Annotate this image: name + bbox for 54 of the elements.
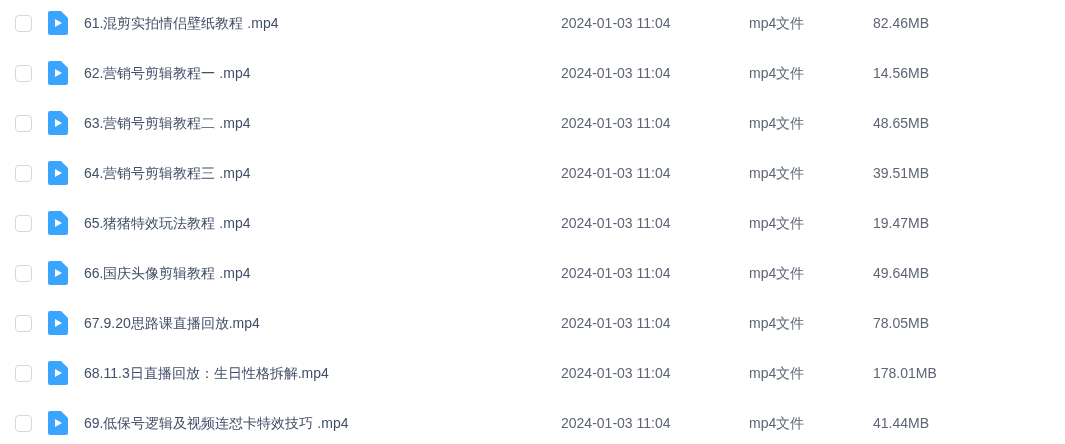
file-type: mp4文件 bbox=[749, 213, 806, 233]
modified-date: 2024-01-03 11:04 bbox=[561, 113, 672, 133]
video-file-icon bbox=[48, 61, 68, 85]
file-size: 19.47MB bbox=[873, 213, 930, 233]
modified-date: 2024-01-03 11:04 bbox=[561, 363, 672, 383]
file-type: mp4文件 bbox=[749, 363, 806, 383]
checkbox[interactable] bbox=[15, 214, 32, 232]
file-type: mp4文件 bbox=[749, 263, 806, 283]
checkbox[interactable] bbox=[15, 14, 32, 32]
checkbox[interactable] bbox=[15, 414, 32, 432]
file-size: 82.46MB bbox=[873, 13, 930, 33]
video-file-icon bbox=[48, 111, 68, 135]
video-file-icon bbox=[48, 311, 68, 335]
video-file-icon bbox=[48, 261, 68, 285]
checkbox[interactable] bbox=[15, 64, 32, 82]
modified-date: 2024-01-03 11:04 bbox=[561, 213, 672, 233]
file-name[interactable]: 69.低保号逻辑及视频连怼卡特效技巧 .mp4 bbox=[84, 412, 561, 434]
file-name[interactable]: 65.猪猪特效玩法教程 .mp4 bbox=[84, 212, 561, 234]
file-name[interactable]: 62.营销号剪辑教程一 .mp4 bbox=[84, 62, 561, 84]
file-name[interactable]: 63.营销号剪辑教程二 .mp4 bbox=[84, 112, 561, 134]
video-file-icon bbox=[48, 411, 68, 435]
video-file-icon bbox=[48, 211, 68, 235]
checkbox[interactable] bbox=[15, 164, 32, 182]
file-size: 78.05MB bbox=[873, 313, 930, 333]
file-type: mp4文件 bbox=[749, 413, 806, 433]
file-type: mp4文件 bbox=[749, 13, 806, 33]
video-file-icon bbox=[48, 361, 68, 385]
video-file-icon bbox=[48, 161, 68, 185]
file-size: 14.56MB bbox=[873, 63, 930, 83]
modified-date: 2024-01-03 11:04 bbox=[561, 63, 672, 83]
file-name[interactable]: 67.9.20思路课直播回放.mp4 bbox=[84, 312, 561, 334]
file-name[interactable]: 64.营销号剪辑教程三 .mp4 bbox=[84, 162, 561, 184]
modified-date: 2024-01-03 11:04 bbox=[561, 163, 672, 183]
file-name[interactable]: 68.11.3日直播回放：生日性格拆解.mp4 bbox=[84, 362, 561, 384]
file-size: 48.65MB bbox=[873, 113, 930, 133]
checkbox[interactable] bbox=[15, 314, 32, 332]
file-type: mp4文件 bbox=[749, 313, 806, 333]
file-name[interactable]: 66.国庆头像剪辑教程 .mp4 bbox=[84, 262, 561, 284]
file-type: mp4文件 bbox=[749, 113, 806, 133]
file-type: mp4文件 bbox=[749, 63, 806, 83]
file-size: 178.01MB bbox=[873, 363, 937, 383]
modified-date: 2024-01-03 11:04 bbox=[561, 413, 672, 433]
modified-date: 2024-01-03 11:04 bbox=[561, 13, 672, 33]
modified-date: 2024-01-03 11:04 bbox=[561, 313, 672, 333]
file-size: 49.64MB bbox=[873, 263, 930, 283]
video-file-icon bbox=[48, 11, 68, 35]
file-type: mp4文件 bbox=[749, 163, 806, 183]
checkbox[interactable] bbox=[15, 264, 32, 282]
modified-date: 2024-01-03 11:04 bbox=[561, 263, 672, 283]
file-size: 41.44MB bbox=[873, 413, 930, 433]
checkbox[interactable] bbox=[15, 114, 32, 132]
file-size: 39.51MB bbox=[873, 163, 930, 183]
file-name[interactable]: 61.混剪实拍情侣壁纸教程 .mp4 bbox=[84, 12, 561, 34]
checkbox[interactable] bbox=[15, 364, 32, 382]
